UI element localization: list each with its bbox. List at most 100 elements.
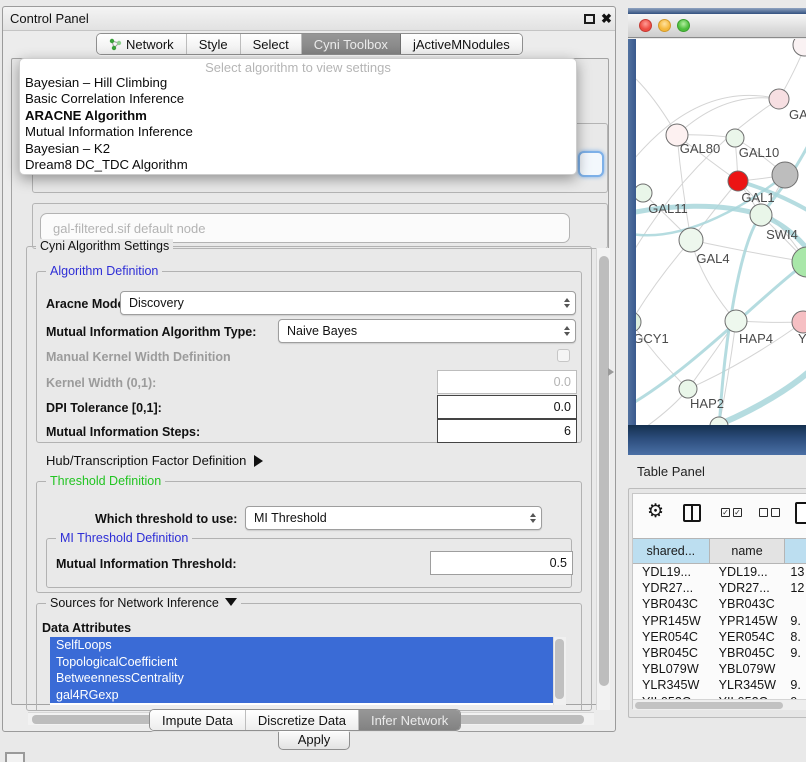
control-panel-titlebar[interactable]: Control Panel ✖: [3, 7, 615, 31]
chevron-right-icon: [254, 455, 263, 467]
table-column-header[interactable]: shared...: [633, 539, 710, 563]
data-attribute-item[interactable]: BetweennessCentrality: [50, 670, 566, 687]
mi-algorithm-type-combo[interactable]: Naive Bayes: [278, 319, 576, 343]
tab-cyni-toolbox[interactable]: Cyni Toolbox: [302, 34, 401, 54]
network-node-swi4[interactable]: [750, 204, 772, 226]
table-mode-icon[interactable]: [795, 502, 806, 524]
table-row[interactable]: YBR045CYBR045C9.: [633, 645, 806, 661]
table-column-header[interactable]: [785, 539, 806, 563]
bottom-tab-infer-network[interactable]: Infer Network: [359, 710, 460, 730]
kernel-width-field[interactable]: 0.0: [437, 370, 577, 394]
bottom-tab-discretize-data[interactable]: Discretize Data: [246, 710, 359, 730]
close-traffic-light-icon[interactable]: [639, 19, 652, 32]
minimize-traffic-light-icon[interactable]: [658, 19, 671, 32]
close-icon[interactable]: ✖: [601, 10, 612, 28]
table-column-header[interactable]: name: [710, 539, 786, 563]
table-row[interactable]: YDR27...YDR27...12: [633, 580, 806, 596]
table-row[interactable]: YLR345WYLR345W9.: [633, 677, 806, 693]
network-node[interactable]: [793, 39, 806, 56]
table-header-row[interactable]: shared...name: [633, 538, 806, 564]
dpi-tolerance-field[interactable]: 0.0: [437, 395, 577, 419]
gear-icon[interactable]: ⚙: [647, 500, 664, 523]
table-cell: 9.: [785, 613, 806, 629]
table-cell: YER054C: [710, 629, 786, 645]
data-attribute-item[interactable]: gal4RGexp: [50, 687, 566, 704]
network-node-gal1[interactable]: [728, 171, 748, 191]
settings-vertical-scrollbar[interactable]: [596, 248, 610, 710]
table-cell: YBL079W: [633, 661, 710, 677]
control-panel-window: Control Panel ✖ Network Style SelectCyni T…: [2, 6, 616, 732]
table-row[interactable]: YER054CYER054C8.: [633, 629, 806, 645]
table-toolbar: ⚙ ✓✓: [633, 494, 806, 536]
table-cell: YBR045C: [633, 645, 710, 661]
algorithm-option[interactable]: Bayesian – Hill Climbing: [20, 75, 576, 91]
network-node-hap4[interactable]: [725, 310, 747, 332]
table-panel: ⚙ ✓✓ shared...name YDL19...YDL19...13YDR…: [628, 488, 806, 718]
data-attribute-item[interactable]: SelfLoops: [50, 637, 566, 654]
network-canvas[interactable]: GAL7GAL80GAL10GAL1SWI4GAL11GAL4GCY1HAP4Y…: [636, 39, 806, 425]
dpi-tolerance-label: DPI Tolerance [0,1]:: [46, 401, 162, 415]
table-horizontal-scrollbar[interactable]: [633, 699, 806, 710]
tab-label: Infer Network: [371, 713, 448, 728]
network-edge[interactable]: [636, 99, 779, 264]
tab-label: Style: [199, 37, 228, 52]
tab-select[interactable]: Select: [241, 34, 302, 54]
table-cell: YER054C: [633, 629, 710, 645]
focused-combo-fragment[interactable]: [578, 151, 604, 177]
mi-steps-label: Mutual Information Steps:: [46, 425, 200, 439]
split-pane-collapse-icon[interactable]: [608, 368, 614, 376]
algorithm-definition-title: Algorithm Definition: [46, 264, 162, 278]
table-row[interactable]: YBL079WYBL079W: [633, 661, 806, 677]
table-cell: YDL19...: [710, 564, 786, 580]
sources-title-text: Sources for Network Inference: [50, 596, 219, 610]
mi-threshold-field[interactable]: 0.5: [430, 551, 573, 575]
table-rows: YDL19...YDL19...13YDR27...YDR27...12YBR0…: [633, 564, 806, 699]
apply-button-label: Apply: [298, 732, 331, 747]
network-node-y[interactable]: [792, 311, 806, 333]
network-node-gal7[interactable]: [769, 89, 789, 109]
algorithm-option[interactable]: Bayesian – K2: [20, 141, 576, 157]
table-cell: YDL19...: [633, 564, 710, 580]
hub-definition-toggle[interactable]: Hub/Transcription Factor Definition: [46, 453, 263, 468]
data-attributes-label: Data Attributes: [42, 621, 131, 635]
deselect-all-columns-icon[interactable]: [759, 508, 780, 517]
network-node-gal4[interactable]: [679, 228, 703, 252]
algorithm-option[interactable]: Mutual Information Inference: [20, 124, 576, 140]
which-threshold-combo[interactable]: MI Threshold: [245, 506, 542, 530]
split-view-icon[interactable]: [683, 504, 701, 522]
network-node-label: GAL10: [739, 145, 779, 160]
network-edge[interactable]: [636, 240, 691, 322]
network-node[interactable]: [772, 162, 798, 188]
bottom-tab-impute-data[interactable]: Impute Data: [150, 710, 246, 730]
apply-button[interactable]: Apply: [278, 728, 350, 750]
data-attribute-item[interactable]: TopologicalCoefficient: [50, 654, 566, 671]
network-edge[interactable]: [677, 98, 779, 135]
manual-kernel-width-checkbox[interactable]: [557, 349, 570, 362]
network-node-gcy1[interactable]: [636, 312, 641, 332]
algorithm-option[interactable]: Basic Correlation Inference: [20, 91, 576, 107]
algorithm-option[interactable]: Dream8 DC_TDC Algorithm: [20, 157, 576, 173]
float-window-icon[interactable]: [584, 14, 595, 24]
aracne-mode-combo[interactable]: Discovery: [120, 291, 576, 315]
network-node-gal11[interactable]: [636, 184, 652, 202]
tab-label: Discretize Data: [258, 713, 346, 728]
network-node[interactable]: [710, 417, 728, 425]
manual-kernel-width-label: Manual Kernel Width Definition: [46, 350, 231, 364]
select-all-columns-icon[interactable]: ✓✓: [721, 508, 742, 517]
tab-jactivemnodules[interactable]: jActiveMNodules: [401, 34, 522, 54]
table-row[interactable]: YDL19...YDL19...13: [633, 564, 806, 580]
network-window-titlebar[interactable]: [628, 14, 806, 38]
zoom-traffic-light-icon[interactable]: [677, 19, 690, 32]
algorithm-option[interactable]: ARACNE Algorithm: [20, 108, 576, 124]
mi-steps-field[interactable]: 6: [437, 419, 577, 443]
sources-group-title[interactable]: Sources for Network Inference: [46, 596, 241, 610]
tab-style[interactable]: Style: [187, 34, 241, 54]
attributes-list-scrollbar[interactable]: [553, 637, 566, 705]
network-graph[interactable]: GAL7GAL80GAL10GAL1SWI4GAL11GAL4GCY1HAP4Y…: [636, 39, 806, 425]
data-attributes-list[interactable]: SelfLoopsTopologicalCoefficientBetweenne…: [50, 637, 566, 705]
tab-network[interactable]: Network: [97, 34, 187, 54]
aracne-mode-value: Discovery: [129, 296, 184, 310]
table-row[interactable]: YBR043CYBR043C: [633, 596, 806, 612]
table-row[interactable]: YPR145WYPR145W9.: [633, 613, 806, 629]
docked-panel-icon[interactable]: [5, 752, 25, 762]
